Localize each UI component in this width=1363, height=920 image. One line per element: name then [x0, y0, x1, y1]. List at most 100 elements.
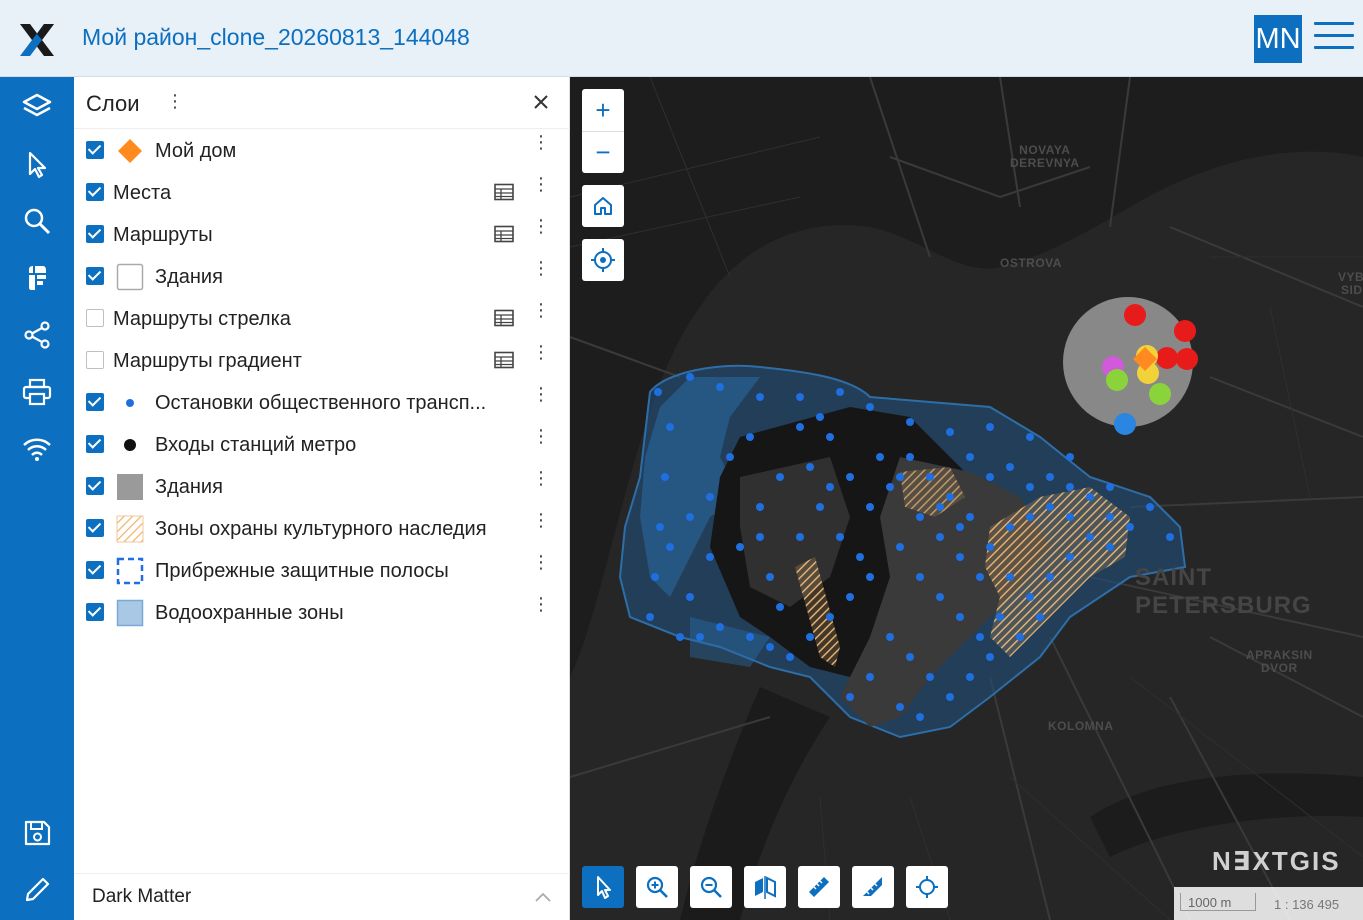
attribute-table-icon[interactable]: [494, 309, 514, 327]
layer-menu-icon[interactable]: ⋮: [532, 511, 550, 539]
transit-stop-marker[interactable]: [1006, 523, 1014, 531]
transit-stop-marker[interactable]: [836, 533, 844, 541]
identify-coordinate-button[interactable]: [906, 866, 948, 908]
transit-stop-marker[interactable]: [716, 623, 724, 631]
transit-stop-marker[interactable]: [956, 523, 964, 531]
layer-visibility-checkbox[interactable]: [86, 477, 104, 495]
layer-row[interactable]: Здания ⋮: [74, 255, 570, 297]
layer-row[interactable]: Здания ⋮: [74, 465, 570, 507]
hamburger-menu-icon[interactable]: [1314, 22, 1354, 54]
transit-stop-marker[interactable]: [686, 513, 694, 521]
transit-stop-marker[interactable]: [826, 613, 834, 621]
transit-stop-marker[interactable]: [866, 573, 874, 581]
layer-row[interactable]: Зоны охраны культурного наследия ⋮: [74, 507, 570, 549]
transit-stop-marker[interactable]: [986, 473, 994, 481]
layer-menu-icon[interactable]: ⋮: [532, 343, 550, 371]
transit-stop-marker[interactable]: [776, 473, 784, 481]
transit-stop-marker[interactable]: [946, 693, 954, 701]
transit-stop-marker[interactable]: [766, 573, 774, 581]
transit-stop-marker[interactable]: [1166, 533, 1174, 541]
transit-stop-marker[interactable]: [986, 543, 994, 551]
zoom-in-button[interactable]: +: [582, 89, 624, 131]
layer-row[interactable]: Прибрежные защитные полосы ⋮: [74, 549, 570, 591]
layer-visibility-checkbox[interactable]: [86, 393, 104, 411]
transit-stop-marker[interactable]: [756, 503, 764, 511]
transit-stop-marker[interactable]: [796, 393, 804, 401]
transit-stop-marker[interactable]: [946, 493, 954, 501]
transit-stop-marker[interactable]: [1146, 503, 1154, 511]
transit-stop-marker[interactable]: [766, 643, 774, 651]
transit-stop-marker[interactable]: [666, 423, 674, 431]
transit-stop-marker[interactable]: [966, 453, 974, 461]
transit-stop-marker[interactable]: [1046, 503, 1054, 511]
wifi-icon[interactable]: [0, 421, 74, 477]
printer-icon[interactable]: [0, 364, 74, 420]
layer-row[interactable]: Маршруты градиент ⋮: [74, 339, 570, 381]
layer-menu-icon[interactable]: ⋮: [532, 175, 550, 203]
transit-stop-marker[interactable]: [646, 613, 654, 621]
layer-visibility-checkbox[interactable]: [86, 351, 104, 369]
transit-stop-marker[interactable]: [1126, 523, 1134, 531]
chevron-up-icon[interactable]: [534, 890, 552, 902]
layer-visibility-checkbox[interactable]: [86, 309, 104, 327]
layer-row[interactable]: Мой дом ⋮: [74, 129, 570, 171]
transit-stop-marker[interactable]: [1036, 613, 1044, 621]
swipe-tool-button[interactable]: [744, 866, 786, 908]
transit-stop-marker[interactable]: [756, 533, 764, 541]
edit-pencil-icon[interactable]: [0, 862, 74, 918]
layer-row[interactable]: Водоохранные зоны ⋮: [74, 591, 570, 633]
layer-menu-icon[interactable]: ⋮: [532, 133, 550, 161]
transit-stop-marker[interactable]: [966, 673, 974, 681]
transit-stop-marker[interactable]: [916, 513, 924, 521]
transit-stop-marker[interactable]: [846, 593, 854, 601]
transit-stop-marker[interactable]: [1066, 453, 1074, 461]
transit-stop-marker[interactable]: [1106, 483, 1114, 491]
layer-menu-icon[interactable]: ⋮: [532, 385, 550, 413]
transit-stop-marker[interactable]: [1006, 463, 1014, 471]
transit-stop-marker[interactable]: [736, 543, 744, 551]
layer-menu-icon[interactable]: ⋮: [532, 595, 550, 623]
share-icon[interactable]: [0, 307, 74, 363]
layer-visibility-checkbox[interactable]: [86, 519, 104, 537]
layer-row[interactable]: Места ⋮: [74, 171, 570, 213]
layer-menu-icon[interactable]: ⋮: [532, 469, 550, 497]
layer-menu-icon[interactable]: ⋮: [532, 553, 550, 581]
transit-stop-marker[interactable]: [686, 593, 694, 601]
transit-stop-marker[interactable]: [746, 433, 754, 441]
transit-stop-marker[interactable]: [916, 573, 924, 581]
transit-stop-marker[interactable]: [986, 653, 994, 661]
transit-stop-marker[interactable]: [896, 703, 904, 711]
transit-stop-marker[interactable]: [1026, 513, 1034, 521]
transit-stop-marker[interactable]: [826, 433, 834, 441]
layer-visibility-checkbox[interactable]: [86, 183, 104, 201]
transit-stop-marker[interactable]: [726, 453, 734, 461]
layers-icon[interactable]: [0, 79, 74, 135]
transit-stop-marker[interactable]: [866, 673, 874, 681]
transit-stop-marker[interactable]: [906, 653, 914, 661]
transit-stop-marker[interactable]: [816, 503, 824, 511]
transit-stop-marker[interactable]: [1026, 483, 1034, 491]
layer-visibility-checkbox[interactable]: [86, 141, 104, 159]
transit-stop-marker[interactable]: [1086, 533, 1094, 541]
transit-stop-marker[interactable]: [946, 428, 954, 436]
transit-stop-marker[interactable]: [676, 633, 684, 641]
basemap-selector[interactable]: Dark Matter: [74, 873, 570, 920]
transit-stop-marker[interactable]: [986, 423, 994, 431]
transit-stop-marker[interactable]: [656, 523, 664, 531]
user-avatar[interactable]: MN: [1254, 15, 1302, 63]
transit-stop-marker[interactable]: [756, 393, 764, 401]
transit-stop-marker[interactable]: [1046, 573, 1054, 581]
transit-stop-marker[interactable]: [866, 403, 874, 411]
map-canvas[interactable]: [570, 77, 1363, 920]
transit-stop-marker[interactable]: [651, 573, 659, 581]
transit-stop-marker[interactable]: [866, 503, 874, 511]
attribute-table-icon[interactable]: [494, 183, 514, 201]
transit-stop-marker[interactable]: [896, 473, 904, 481]
transit-stop-marker[interactable]: [696, 633, 704, 641]
select-pointer-icon[interactable]: [0, 136, 74, 192]
zoom-in-tool-button[interactable]: [636, 866, 678, 908]
app-logo-icon[interactable]: [18, 22, 56, 58]
transit-stop-marker[interactable]: [661, 473, 669, 481]
transit-stop-marker[interactable]: [796, 533, 804, 541]
transit-stop-marker[interactable]: [996, 613, 1004, 621]
